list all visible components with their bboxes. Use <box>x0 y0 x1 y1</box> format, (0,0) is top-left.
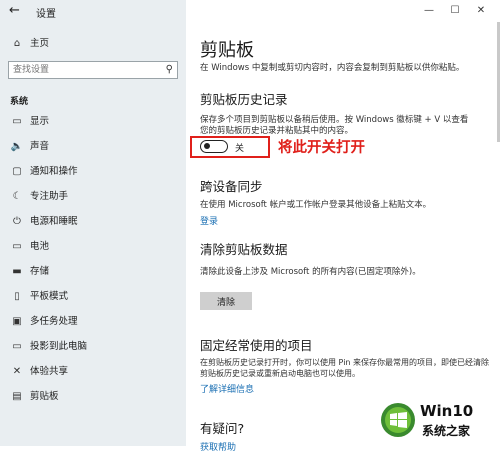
sidebar-item[interactable]: ▣ 多任务处理 <box>0 310 186 334</box>
sidebar-item-label: 剪贴板 <box>30 391 59 402</box>
sidebar-item[interactable]: ▭ 投影到此电脑 <box>0 335 186 359</box>
maximize-button[interactable]: ☐ <box>442 2 468 20</box>
watermark-subtitle: 系统之家 <box>422 424 471 438</box>
sidebar-item[interactable]: ▤ 剪贴板 <box>0 385 186 409</box>
power-icon: ⏻ <box>13 216 21 227</box>
close-button[interactable]: ✕ <box>468 2 494 20</box>
sidebar-item[interactable]: ▭ 显示 <box>0 110 186 134</box>
sidebar-item[interactable]: ▯ 平板模式 <box>0 285 186 309</box>
watermark: Win10 系统之家 <box>380 398 498 444</box>
sidebar-item-label: 存储 <box>30 266 50 277</box>
sidebar-item-home[interactable]: ⌂ 主页 <box>0 34 186 54</box>
window-controls: — ☐ ✕ <box>416 2 494 20</box>
pinned-desc-line2: 剪贴板历史记录或重新启动电脑也可以使用。 <box>200 369 360 378</box>
sidebar-item-label: 平板模式 <box>30 291 69 302</box>
minimize-button[interactable]: — <box>416 2 442 20</box>
sidebar-item-label: 通知和操作 <box>30 166 78 177</box>
sidebar-item[interactable]: ✕ 体验共享 <box>0 360 186 384</box>
history-heading: 剪贴板历史记录 <box>200 92 288 107</box>
question-heading: 有疑问? <box>200 421 245 436</box>
get-help-link[interactable]: 获取帮助 <box>200 440 236 453</box>
sidebar-item[interactable]: ▭ 电池 <box>0 235 186 259</box>
sidebar-item[interactable]: ⏻ 电源和睡眠 <box>0 210 186 234</box>
sign-in-link[interactable]: 登录 <box>200 214 218 227</box>
tablet-mode-icon: ▯ <box>14 291 20 302</box>
title-bar: ← 设置 — ☐ ✕ <box>0 0 500 22</box>
search-icon[interactable]: ⚲ <box>166 64 173 75</box>
clear-desc: 清除此设备上涉及 Microsoft 的所有内容(已固定项除外)。 <box>200 267 421 277</box>
sidebar: ⌂ 主页 ⚲ 系统 ▭ 显示 🔈 声音 ▢ 通知和操作 ☾ 专注助手 ⏻ 电源和睡眠 ▭ 电池 ▬ 存储 ▯… <box>0 0 186 446</box>
back-arrow-icon[interactable]: ← <box>9 3 20 19</box>
page-title: 剪贴板 <box>200 40 254 61</box>
sound-icon: 🔈 <box>10 141 24 152</box>
multitasking-icon: ▣ <box>12 316 22 327</box>
main-content: 剪贴板 在 Windows 中复制或剪切内容时，内容会复制到剪贴板以供你粘贴。 … <box>186 22 500 453</box>
display-icon: ▭ <box>12 116 22 127</box>
storage-icon: ▬ <box>12 266 22 277</box>
search-input[interactable] <box>13 63 153 77</box>
sidebar-item[interactable]: 🔈 声音 <box>0 135 186 159</box>
sidebar-item-label: 显示 <box>30 116 50 127</box>
win10-logo-icon <box>381 403 415 437</box>
learn-more-link[interactable]: 了解详细信息 <box>200 382 254 395</box>
toggle-state-label: 关 <box>235 144 245 154</box>
annotation-text: 将此开关打开 <box>278 140 365 156</box>
sidebar-item-label: 专注助手 <box>30 191 69 202</box>
search-settings-box[interactable]: ⚲ <box>8 61 178 79</box>
sidebar-item[interactable]: ▬ 存储 <box>0 260 186 284</box>
battery-icon: ▭ <box>12 241 22 252</box>
pinned-heading: 固定经常使用的项目 <box>200 338 313 353</box>
shared-experiences-icon: ✕ <box>12 366 22 377</box>
notifications-icon: ▢ <box>12 166 22 177</box>
sidebar-item-label: 电源和睡眠 <box>30 216 78 227</box>
sidebar-item-label: 声音 <box>30 141 50 152</box>
sidebar-item-label: 多任务处理 <box>30 316 78 327</box>
sidebar-item[interactable]: ☾ 专注助手 <box>0 185 186 209</box>
sidebar-item[interactable]: ▢ 通知和操作 <box>0 160 186 184</box>
settings-window: ⌂ 主页 ⚲ 系统 ▭ 显示 🔈 声音 ▢ 通知和操作 ☾ 专注助手 ⏻ 电源和睡眠 ▭ 电池 ▬ 存储 ▯… <box>0 0 500 453</box>
sidebar-item-label: 投影到此电脑 <box>30 341 88 352</box>
clipboard-icon: ▤ <box>12 391 22 402</box>
clipboard-intro: 在 Windows 中复制或剪切内容时，内容会复制到剪贴板以供你粘贴。 <box>200 63 465 73</box>
focus-assist-icon: ☾ <box>12 191 22 202</box>
sidebar-section-label: 系统 <box>10 97 29 107</box>
projecting-icon: ▭ <box>12 341 22 352</box>
sync-heading: 跨设备同步 <box>200 179 263 194</box>
sidebar-item-label: 电池 <box>30 241 50 252</box>
clear-heading: 清除剪贴板数据 <box>200 242 288 257</box>
sync-desc: 在使用 Microsoft 帐户或工作帐户登录其他设备上粘贴文本。 <box>200 200 432 210</box>
sidebar-home-label: 主页 <box>30 38 50 49</box>
watermark-title: Win10 <box>420 402 474 420</box>
app-title: 设置 <box>36 9 56 20</box>
clipboard-history-toggle[interactable] <box>200 140 228 153</box>
home-icon: ⌂ <box>13 38 21 49</box>
clear-button[interactable]: 清除 <box>200 292 252 310</box>
toggle-knob <box>204 143 210 149</box>
sidebar-item-label: 体验共享 <box>30 366 69 377</box>
